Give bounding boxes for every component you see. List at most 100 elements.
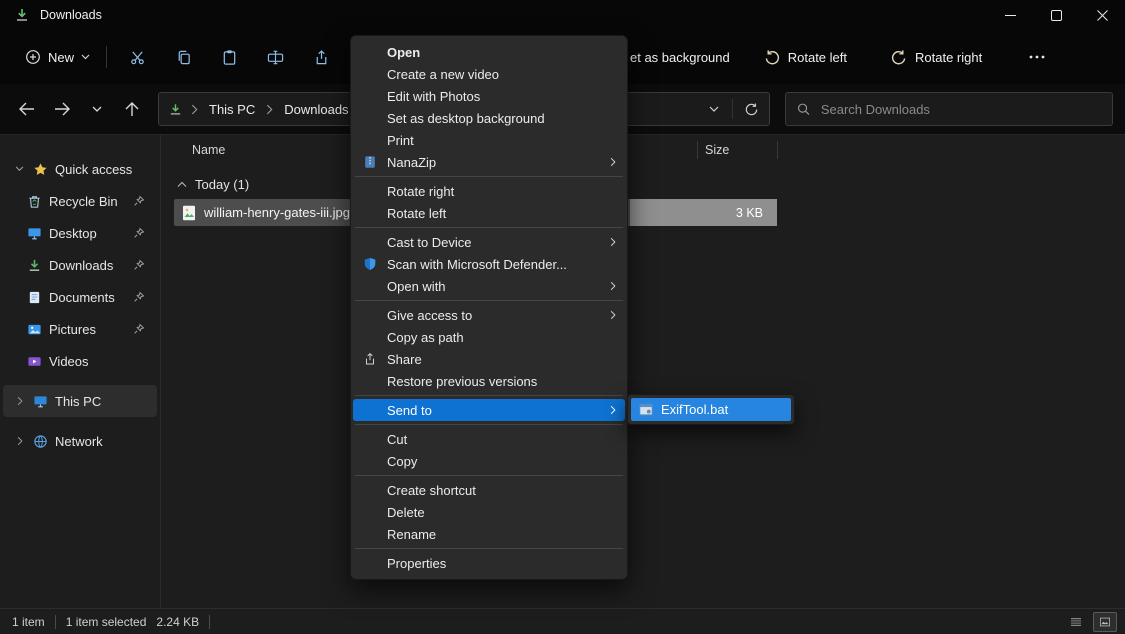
minimize-button[interactable] [987, 0, 1033, 30]
star-icon [33, 162, 48, 177]
details-view-icon [1071, 616, 1081, 628]
sidebar-item-quick-access[interactable]: Quick access [3, 153, 157, 185]
forward-button[interactable] [47, 94, 77, 124]
maximize-button[interactable] [1033, 0, 1079, 30]
search-box[interactable] [785, 92, 1113, 126]
statusbar-divider [209, 615, 210, 629]
menu-item-send-to[interactable]: Send to [353, 399, 625, 421]
refresh-icon [744, 102, 759, 117]
menu-item-rotate-right[interactable]: Rotate right [353, 180, 625, 202]
menu-item-properties[interactable]: Properties [353, 552, 625, 574]
menu-item-label: Set as desktop background [387, 111, 545, 126]
menu-item-label: Rotate left [387, 206, 446, 221]
selection-info: 1 item selected [66, 615, 147, 629]
menu-item-create-shortcut[interactable]: Create shortcut [353, 479, 625, 501]
menu-item-label: Share [387, 352, 422, 367]
column-header-size[interactable]: Size [705, 143, 729, 157]
menu-item-rename[interactable]: Rename [353, 523, 625, 545]
menu-item-open[interactable]: Open [353, 41, 625, 63]
menu-item-share[interactable]: Share [353, 348, 625, 370]
menu-item-restore-previous-versions[interactable]: Restore previous versions [353, 370, 625, 392]
menu-item-print[interactable]: Print [353, 129, 625, 151]
rename-button[interactable] [255, 39, 295, 75]
menu-item-cut[interactable]: Cut [353, 428, 625, 450]
close-button[interactable] [1079, 0, 1125, 30]
menu-item-set-as-desktop-background[interactable]: Set as desktop background [353, 107, 625, 129]
column-divider[interactable] [777, 141, 778, 159]
submenu-item-exiftool-bat[interactable]: ExifTool.bat [631, 398, 791, 421]
chevron-up-icon[interactable] [177, 181, 187, 188]
thumbnails-view-button[interactable] [1093, 612, 1117, 632]
menu-item-copy-as-path[interactable]: Copy as path [353, 326, 625, 348]
chevron-right-icon[interactable] [13, 436, 26, 446]
documents-icon [27, 290, 42, 305]
menu-item-open-with[interactable]: Open with [353, 275, 625, 297]
sidebar-gap [0, 377, 160, 385]
breadcrumb-chevron-icon [190, 104, 199, 115]
close-icon [1097, 10, 1108, 21]
new-plus-icon [25, 49, 41, 65]
downloads-folder-icon [163, 102, 188, 117]
menu-item-give-access-to[interactable]: Give access to [353, 304, 625, 326]
sidebar-item-label: Desktop [49, 226, 97, 241]
chevron-down-icon[interactable] [13, 166, 26, 172]
menu-separator [355, 300, 623, 301]
share-button[interactable] [301, 39, 341, 75]
breadcrumb-downloads[interactable]: Downloads [276, 102, 356, 117]
sidebar-item-recycle-bin[interactable]: Recycle Bin [3, 185, 157, 217]
back-arrow-icon [19, 102, 35, 116]
new-button[interactable]: New [16, 42, 99, 72]
network-icon [33, 434, 48, 449]
this-pc-icon [33, 394, 48, 409]
rotate-right-label: Rotate right [915, 50, 982, 65]
set-as-background-button-partial[interactable]: et as background [630, 50, 730, 65]
chevron-right-icon[interactable] [13, 396, 26, 406]
share-icon [313, 49, 330, 66]
submenu-arrow-icon [610, 157, 616, 167]
menu-item-edit-with-photos[interactable]: Edit with Photos [353, 85, 625, 107]
menu-item-cast-to-device[interactable]: Cast to Device [353, 231, 625, 253]
menu-item-create-a-new-video[interactable]: Create a new video [353, 63, 625, 85]
sidebar-item-desktop[interactable]: Desktop [3, 217, 157, 249]
menu-item-rotate-left[interactable]: Rotate left [353, 202, 625, 224]
breadcrumb-this-pc[interactable]: This PC [201, 102, 263, 117]
sidebar-item-pictures[interactable]: Pictures [3, 313, 157, 345]
up-button[interactable] [117, 94, 147, 124]
address-dropdown-button[interactable] [700, 95, 728, 123]
menu-item-label: Create a new video [387, 67, 499, 82]
search-input[interactable] [819, 101, 1101, 118]
sidebar-item-label: Recycle Bin [49, 194, 118, 209]
defender-shield-icon [363, 257, 377, 271]
menu-item-copy[interactable]: Copy [353, 450, 625, 472]
menu-item-label: Copy [387, 454, 417, 469]
column-divider[interactable] [697, 141, 698, 159]
group-header-today[interactable]: Today (1) [177, 173, 1125, 195]
copy-button[interactable] [163, 39, 203, 75]
copy-icon [175, 49, 192, 66]
details-view-button[interactable] [1064, 612, 1088, 632]
menu-item-nanazip[interactable]: NanaZip [353, 151, 625, 173]
menu-item-label: Edit with Photos [387, 89, 480, 104]
selection-size: 2.24 KB [156, 615, 199, 629]
rotate-right-button[interactable]: Rotate right [885, 48, 988, 66]
sidebar-item-this-pc[interactable]: This PC [3, 385, 157, 417]
menu-item-label: NanaZip [387, 155, 436, 170]
menu-item-label: Rotate right [387, 184, 454, 199]
column-header-name[interactable]: Name [192, 143, 225, 157]
back-button[interactable] [12, 94, 42, 124]
rotate-left-button[interactable]: Rotate left [758, 48, 853, 66]
submenu-item-label: ExifTool.bat [661, 402, 728, 417]
sidebar-item-documents[interactable]: Documents [3, 281, 157, 313]
sidebar-item-videos[interactable]: Videos [3, 345, 157, 377]
cut-button[interactable] [117, 39, 157, 75]
sidebar-item-label: Downloads [49, 258, 113, 273]
sidebar-item-network[interactable]: Network [3, 425, 157, 457]
sidebar-item-downloads[interactable]: Downloads [3, 249, 157, 281]
more-options-button[interactable] [1020, 43, 1054, 71]
recent-locations-button[interactable] [82, 94, 112, 124]
menu-item-delete[interactable]: Delete [353, 501, 625, 523]
refresh-button[interactable] [737, 95, 765, 123]
minimize-icon [1005, 10, 1016, 21]
menu-item-scan-with-microsoft-defender[interactable]: Scan with Microsoft Defender... [353, 253, 625, 275]
paste-button[interactable] [209, 39, 249, 75]
